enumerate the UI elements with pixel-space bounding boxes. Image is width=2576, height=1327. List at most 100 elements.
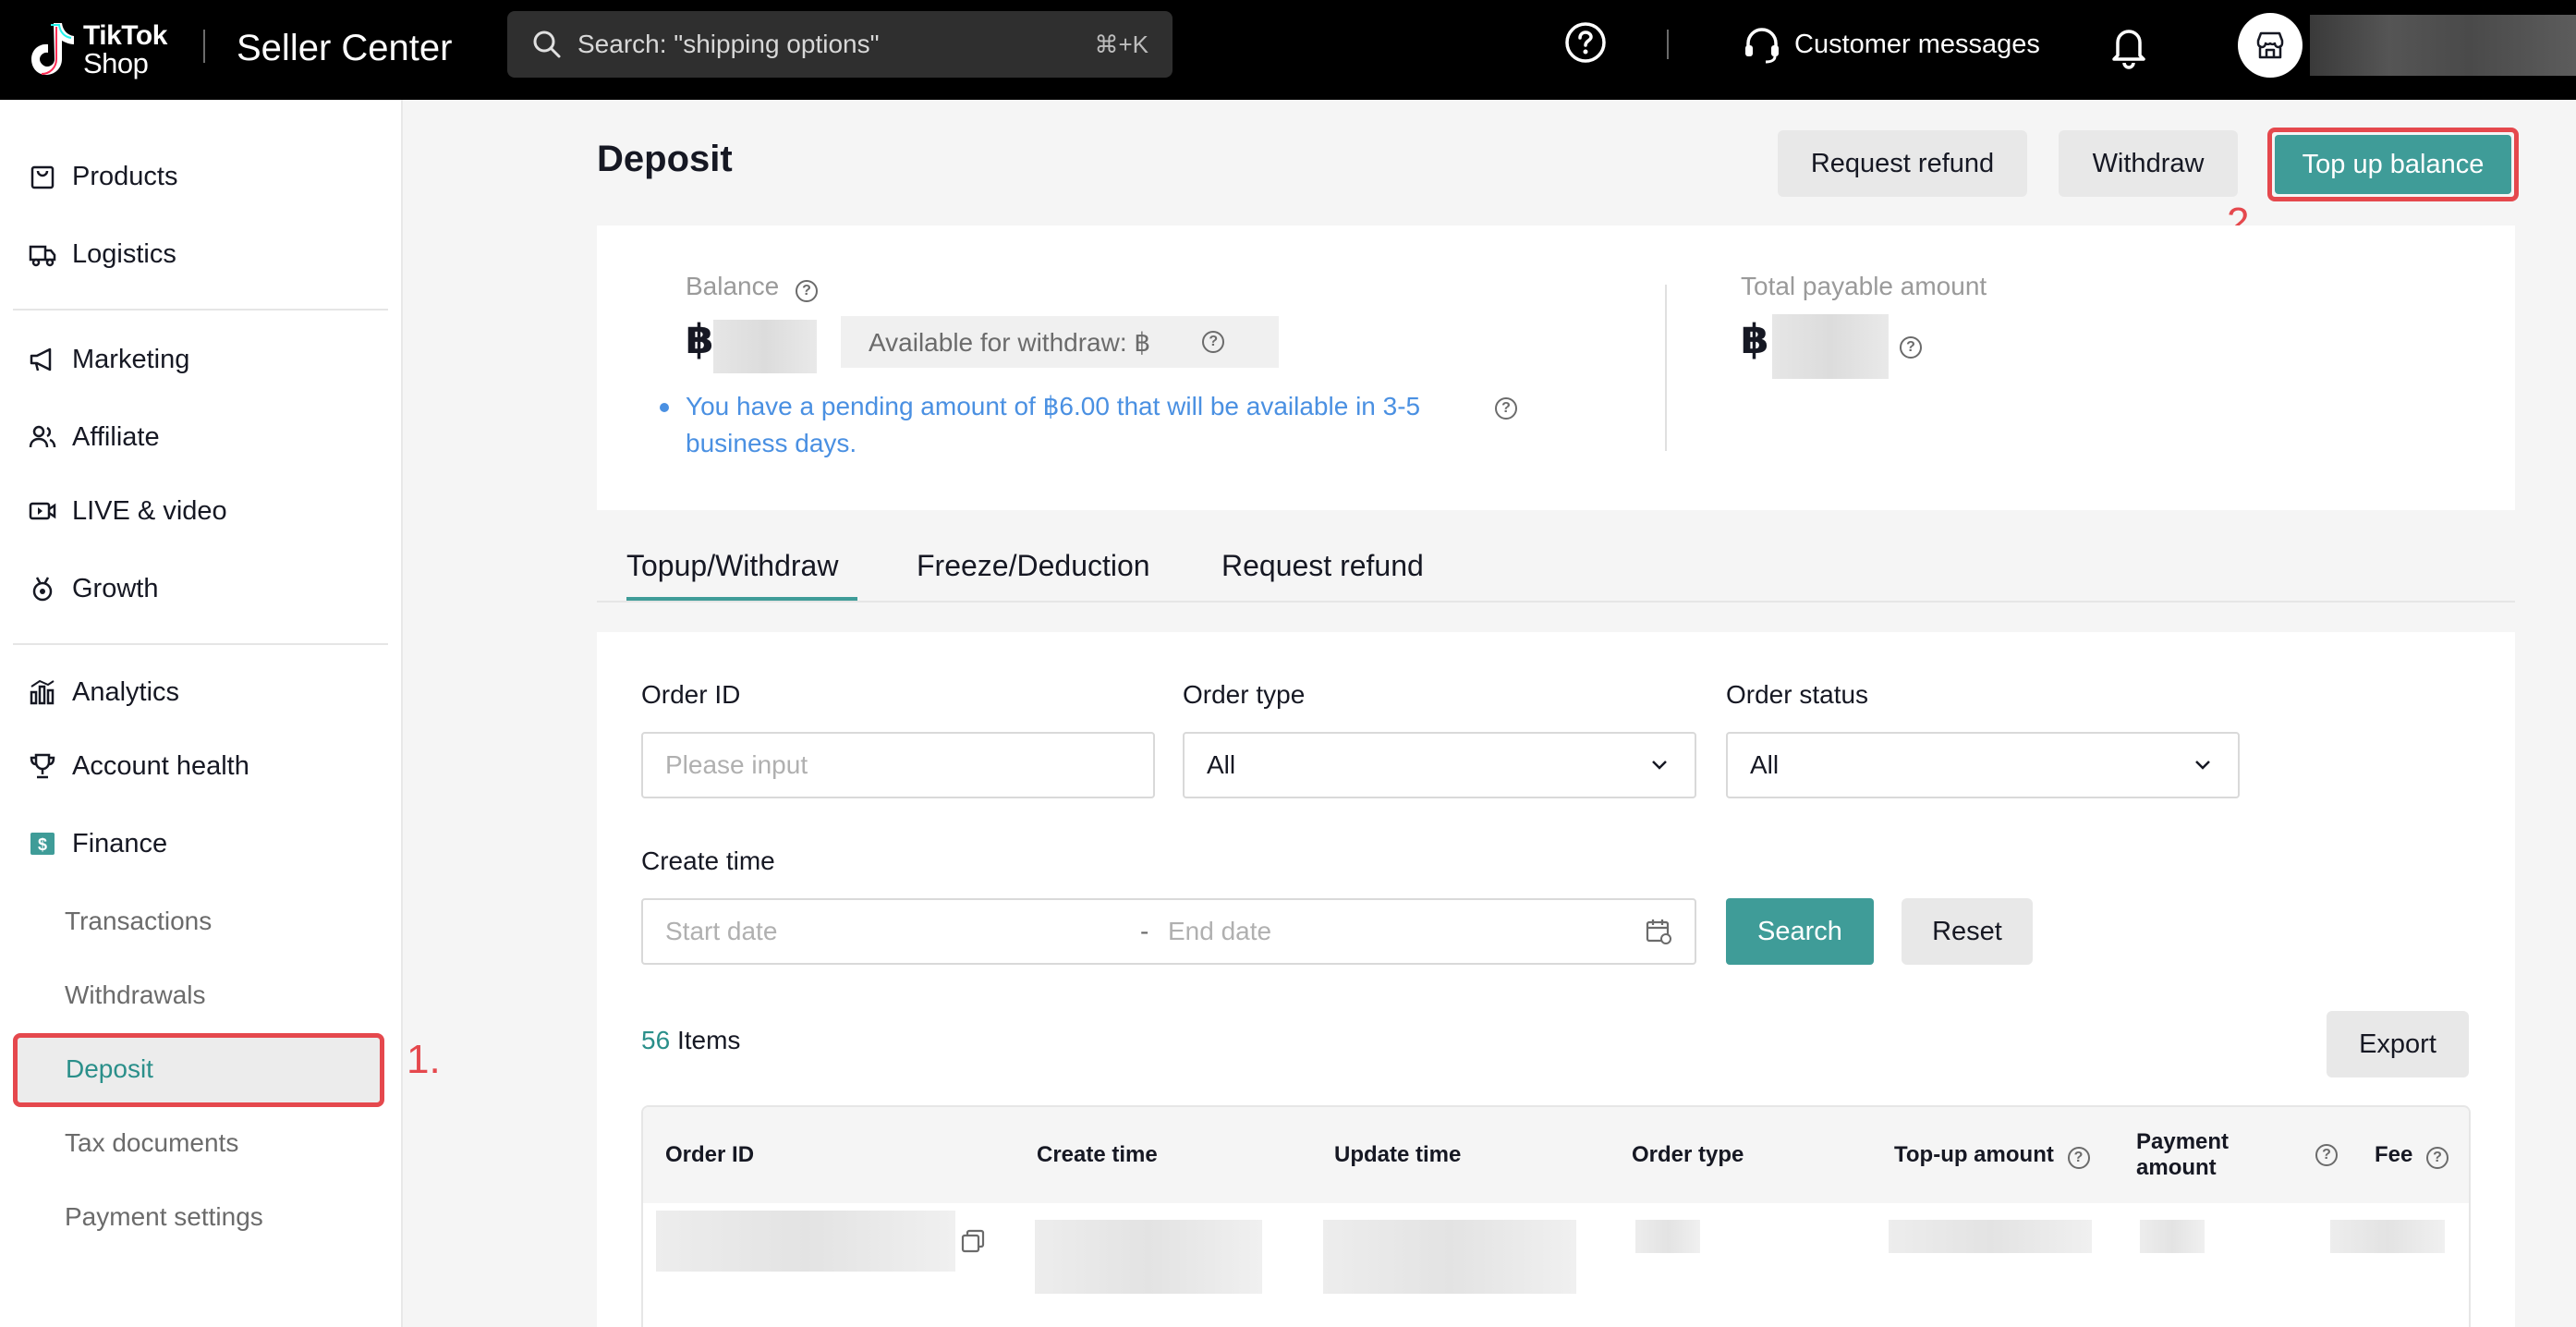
calendar-icon[interactable] xyxy=(1645,918,1672,945)
total-payable-currency: ฿ xyxy=(1741,317,1769,362)
tab-topup-withdraw[interactable]: Topup/Withdraw xyxy=(626,549,838,583)
people-icon xyxy=(29,425,56,448)
copy-icon[interactable] xyxy=(959,1227,987,1255)
annotation-step-1: 1. xyxy=(407,1037,441,1082)
deposit-table: Order ID Create time Update time Order t… xyxy=(641,1105,2471,1327)
balance-divider xyxy=(1665,285,1667,451)
notification-bell-icon[interactable] xyxy=(2107,22,2151,70)
sidebar-item-growth[interactable]: Growth xyxy=(28,566,158,612)
order-id-input[interactable]: Please input xyxy=(641,732,1155,798)
sidebar-item-marketing[interactable]: Marketing xyxy=(28,336,189,383)
order-status-label: Order status xyxy=(1726,680,1869,709)
order-type-label: Order type xyxy=(1183,680,1306,709)
create-time-range-picker[interactable]: Start date - End date xyxy=(641,898,1696,965)
sidebar-divider xyxy=(13,309,388,310)
pending-info-icon[interactable]: ? xyxy=(1495,397,1517,420)
tab-freeze-deduction[interactable]: Freeze/Deduction xyxy=(917,549,1150,583)
filter-card: Order ID Please input Order type All Ord… xyxy=(597,632,2515,1327)
top-up-balance-button[interactable]: Top up balance xyxy=(2275,135,2511,194)
chevron-down-icon xyxy=(2195,761,2210,770)
balance-value-redacted xyxy=(713,320,817,373)
shop-avatar[interactable] xyxy=(2238,13,2303,78)
sidebar-item-label: Growth xyxy=(72,573,159,603)
topup-amount-info-icon[interactable]: ? xyxy=(2067,1147,2090,1169)
order-type-select[interactable]: All xyxy=(1183,732,1696,798)
sidebar-sub-tax-documents[interactable]: Tax documents xyxy=(65,1122,238,1164)
sidebar-item-label: Account health xyxy=(72,750,249,781)
customer-messages-button[interactable]: Customer messages xyxy=(1741,18,2040,70)
pending-text: You have a pending amount of ฿6.00 that … xyxy=(686,392,1421,457)
fee-info-icon[interactable]: ? xyxy=(2426,1147,2449,1169)
reset-button[interactable]: Reset xyxy=(1902,898,2033,965)
dollar-icon: $ xyxy=(30,833,55,855)
sidebar-item-account-health[interactable]: Account health xyxy=(28,743,249,789)
sidebar-divider xyxy=(13,643,388,645)
sidebar-sub-withdrawals[interactable]: Withdrawals xyxy=(65,974,205,1017)
end-date-input[interactable]: End date xyxy=(1168,917,1271,946)
tab-request-refund[interactable]: Request refund xyxy=(1221,549,1424,583)
column-topup-amount-label: Top-up amount xyxy=(1894,1142,2054,1167)
items-count-number: 56 xyxy=(641,1026,671,1054)
truck-icon xyxy=(29,245,56,267)
order-type-value: All xyxy=(1207,750,1236,779)
withdraw-button[interactable]: Withdraw xyxy=(2059,130,2238,197)
total-payable-label: Total payable amount xyxy=(1741,272,1987,300)
request-refund-button[interactable]: Request refund xyxy=(1778,130,2027,197)
sidebar-item-logistics[interactable]: Logistics xyxy=(28,231,176,277)
sidebar-item-label: Marketing xyxy=(72,344,190,374)
sidebar-item-label: Affiliate xyxy=(72,421,160,452)
tiktok-shop-logo[interactable]: TikTok Shop xyxy=(26,13,192,87)
sidebar-item-live-video[interactable]: LIVE & video xyxy=(28,488,227,534)
medal-icon xyxy=(32,577,53,602)
search-icon xyxy=(533,30,561,58)
chevron-down-icon xyxy=(1652,761,1667,770)
column-update-time: Update time xyxy=(1334,1142,1462,1167)
megaphone-icon xyxy=(30,347,52,371)
sidebar-item-finance[interactable]: $ Finance xyxy=(28,821,167,867)
order-status-value: All xyxy=(1750,750,1780,779)
pending-amount-notice: You have a pending amount of ฿6.00 that … xyxy=(660,388,1517,462)
create-time-label: Create time xyxy=(641,846,775,875)
logo-line-2: Shop xyxy=(83,47,149,79)
sidebar-item-label: Products xyxy=(72,161,178,191)
table-row-fee-redacted xyxy=(2330,1220,2445,1253)
sidebar-item-analytics[interactable]: Analytics xyxy=(28,669,179,715)
page-title: Deposit xyxy=(597,139,733,179)
order-status-select[interactable]: All xyxy=(1726,732,2240,798)
bag-icon xyxy=(30,165,55,189)
balance-info-icon[interactable]: ? xyxy=(795,280,818,302)
bar-chart-icon xyxy=(30,679,55,705)
deposit-tabs: Topup/Withdraw Freeze/Deduction Request … xyxy=(597,540,2515,603)
store-icon xyxy=(2256,31,2284,59)
headset-icon xyxy=(1745,28,1779,64)
start-date-input[interactable]: Start date xyxy=(665,917,777,946)
available-info-icon[interactable]: ? xyxy=(1202,331,1225,353)
table-row-payment-amount-redacted xyxy=(2140,1220,2205,1253)
table-row-update-time-redacted xyxy=(1323,1220,1576,1294)
sidebar-item-label: Finance xyxy=(72,828,168,858)
video-icon xyxy=(29,502,56,520)
sidebar-item-affiliate[interactable]: Affiliate xyxy=(28,414,160,460)
sidebar-item-label: Analytics xyxy=(72,676,180,707)
column-payment-amount: Payment amount xyxy=(2136,1129,2230,1180)
column-create-time: Create time xyxy=(1037,1142,1158,1167)
payment-amount-info-icon[interactable]: ? xyxy=(2315,1144,2338,1166)
sidebar-item-products[interactable]: Products xyxy=(28,153,177,200)
help-icon[interactable] xyxy=(1563,20,1608,65)
seller-center-title: Seller Center xyxy=(237,28,453,68)
sidebar: Products Logistics Marketing Affiliate L… xyxy=(0,100,403,1327)
export-button[interactable]: Export xyxy=(2327,1011,2469,1077)
table-header: Order ID Create time Update time Order t… xyxy=(643,1107,2469,1203)
sidebar-sub-deposit[interactable]: Deposit xyxy=(13,1033,384,1107)
search-button[interactable]: Search xyxy=(1726,898,1874,965)
shop-name-redacted xyxy=(2310,15,2576,76)
column-topup-amount: Top-up amount ? xyxy=(1894,1142,2090,1169)
total-payable-info-icon[interactable]: ? xyxy=(1900,336,1922,359)
customer-messages-label: Customer messages xyxy=(1794,29,2040,59)
balance-currency: ฿ xyxy=(686,317,714,362)
global-search-input[interactable]: Search: "shipping options" ⌘+K xyxy=(507,11,1173,78)
sidebar-sub-transactions[interactable]: Transactions xyxy=(65,900,212,943)
sidebar-sub-payment-settings[interactable]: Payment settings xyxy=(65,1196,263,1238)
logo-line-1: TikTok xyxy=(83,20,167,51)
search-shortcut: ⌘+K xyxy=(1094,30,1148,58)
